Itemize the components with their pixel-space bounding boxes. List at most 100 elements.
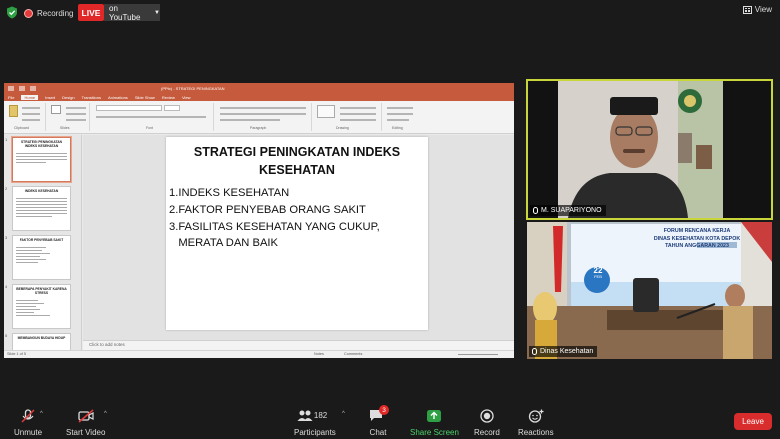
ppt-ribbon: Clipboard Slides Font Paragraph Drawing … <box>4 101 514 134</box>
view-button[interactable]: View <box>742 5 772 14</box>
thumbnail-title: INDEKS KESEHATAN <box>24 189 59 193</box>
share-screen-icon <box>427 410 442 422</box>
unmute-label: Unmute <box>14 428 43 437</box>
participants-chevron-icon[interactable]: ^ <box>342 411 345 417</box>
microphone-icon <box>532 348 537 355</box>
share-screen-label: Share Screen <box>410 428 459 437</box>
video-tile-room[interactable]: FORUM RENCANA KERJA DINAS KESEHATAN KOTA… <box>527 222 772 359</box>
start-video-button[interactable]: Start Video <box>66 409 105 437</box>
ribbon-tab-home[interactable]: Home <box>21 94 39 100</box>
ribbon-tab[interactable]: Slide Show <box>135 95 155 100</box>
unmute-button[interactable]: Unmute <box>14 409 42 437</box>
thumbnail-number: 5 <box>5 333 8 338</box>
recording-indicator[interactable]: Recording <box>24 5 73 21</box>
ppt-doc-title: (PPtx) - STRATEGI PENINGKATAN <box>161 85 225 91</box>
ribbon-group-clipboard: Clipboard <box>6 103 46 131</box>
comments-toggle[interactable]: Comments <box>344 352 362 356</box>
shared-screen[interactable]: (PPtx) - STRATEGI PENINGKATAN File Home … <box>4 83 514 358</box>
ribbon-tab[interactable]: Transitions <box>82 95 101 100</box>
reactions-button[interactable]: Reactions <box>518 409 554 437</box>
ribbon-group-font: Font <box>92 103 214 131</box>
people-icon <box>297 410 313 421</box>
shapes-icon[interactable] <box>317 105 335 118</box>
current-slide[interactable]: STRATEGI PENINGKATAN INDEKS KESEHATAN 1.… <box>166 137 428 330</box>
ribbon-group-label: Editing <box>392 126 403 130</box>
audio-options-chevron-icon[interactable]: ^ <box>40 411 43 417</box>
view-label: View <box>754 5 772 14</box>
slide-thumbnail-2[interactable]: INDEKS KESEHATAN <box>12 186 71 231</box>
video-tile-active-speaker[interactable]: M. SUAPARIYONO <box>526 79 773 220</box>
speaker-name: M. SUAPARIYONO <box>541 207 602 214</box>
notes-pane[interactable]: Click to add notes <box>83 340 514 350</box>
undo-icon[interactable] <box>19 85 25 91</box>
chevron-down-icon: ▼ <box>154 9 160 16</box>
chat-button[interactable]: 3 Chat <box>369 405 389 437</box>
speaker-video-feed <box>528 81 771 218</box>
banner-month: FEB <box>594 274 602 280</box>
ribbon-tab[interactable]: Animations <box>108 95 128 100</box>
chat-label: Chat <box>369 428 387 437</box>
video-options-chevron-icon[interactable]: ^ <box>104 411 107 417</box>
record-button[interactable]: Record <box>474 409 500 437</box>
ribbon-tab[interactable]: Design <box>62 95 74 100</box>
microphone-muted-icon <box>21 409 35 423</box>
slide-bullet: 1.INDEKS KESEHATAN <box>169 187 290 199</box>
ppt-body: 1 STRATEGI PENINGKATAN INDEKS KESEHATAN … <box>4 135 514 350</box>
slide-thumbnail-3[interactable]: FAKTOR PENYEBAB SAKIT <box>12 235 71 280</box>
thumbnail-number: 2 <box>5 186 8 191</box>
banner-line: FORUM RENCANA KERJA <box>663 228 731 234</box>
top-bar: Recording LIVE on YouTube ▼ View <box>0 0 780 26</box>
font-size-select[interactable] <box>164 105 180 111</box>
thumbnail-title: BEBERAPA PENYAKIT KARENA STRESS <box>16 287 67 295</box>
thumbnail-title: MEMBANGUN BUDAYA HIDUP <box>17 336 66 340</box>
recording-label: Recording <box>37 8 74 18</box>
paste-icon[interactable] <box>9 105 18 117</box>
chat-unread-badge: 3 <box>379 405 389 415</box>
slide-title: STRATEGI PENINGKATAN INDEKS KESEHATAN <box>193 145 401 178</box>
ribbon-group-slides: Slides <box>48 103 90 131</box>
youtube-label: on YouTube <box>109 3 141 22</box>
live-badge[interactable]: LIVE <box>78 4 104 21</box>
reactions-label: Reactions <box>518 428 554 437</box>
new-slide-icon[interactable] <box>51 105 61 114</box>
ppt-title-bar: (PPtx) - STRATEGI PENINGKATAN <box>4 83 514 93</box>
slide-thumbnail-panel[interactable]: 1 STRATEGI PENINGKATAN INDEKS KESEHATAN … <box>4 135 82 350</box>
thumbnail-title: STRATEGI PENINGKATAN INDEKS KESEHATAN <box>20 140 63 148</box>
leave-button[interactable]: Leave <box>734 413 772 430</box>
participants-button[interactable]: 182 Participants <box>294 409 336 437</box>
thumbnail-title: FAKTOR PENYEBAB SAKIT <box>19 238 64 242</box>
slide-editor[interactable]: STRATEGI PENINGKATAN INDEKS KESEHATAN 1.… <box>83 135 514 340</box>
slide-thumbnail-5[interactable]: MEMBANGUN BUDAYA HIDUP <box>12 333 71 350</box>
thumbnail-number: 3 <box>5 235 8 240</box>
font-name-select[interactable] <box>96 105 162 111</box>
zoom-slider[interactable] <box>458 354 498 355</box>
shield-icon[interactable] <box>6 6 18 19</box>
ribbon-tab[interactable]: Insert <box>45 95 55 100</box>
ribbon-group-editing: Editing <box>384 103 422 131</box>
thumbnail-number: 1 <box>5 137 8 142</box>
youtube-stream-button[interactable]: on YouTube ▼ <box>104 3 160 22</box>
banner-line: TAHUN ANGGARAN 2023 <box>665 243 729 250</box>
ribbon-group-paragraph: Paragraph <box>216 103 312 131</box>
ribbon-tab[interactable]: Review <box>162 95 175 100</box>
participants-count: 182 <box>313 411 328 420</box>
slide-bullet-list: 1.INDEKS KESEHATAN 2.FAKTOR PENYEBAB ORA… <box>169 185 425 252</box>
slide-thumbnail-1[interactable]: STRATEGI PENINGKATAN INDEKS KESEHATAN <box>12 137 71 182</box>
banner-line: DINAS KESEHATAN KOTA DEPOK <box>653 235 741 242</box>
notes-toggle[interactable]: Notes <box>314 352 324 356</box>
ribbon-tab[interactable]: View <box>182 95 191 100</box>
save-icon[interactable] <box>8 85 14 91</box>
slide-thumbnail-4[interactable]: BEBERAPA PENYAKIT KARENA STRESS <box>12 284 71 329</box>
grid-view-icon <box>742 5 752 14</box>
forum-banner-text: FORUM RENCANA KERJA DINAS KESEHATAN KOTA… <box>645 228 749 251</box>
ppt-status-bar: Slide 1 of 5 Notes Comments <box>4 350 514 358</box>
slide-bullet: 2.FAKTOR PENYEBAB ORANG SAKIT <box>169 203 366 216</box>
ribbon-group-label: Clipboard <box>14 126 29 130</box>
chat-icon-wrap: 3 <box>369 405 389 423</box>
redo-icon[interactable] <box>30 85 36 91</box>
notes-placeholder: Click to add notes <box>89 342 125 347</box>
ribbon-tab[interactable]: File <box>8 95 14 100</box>
share-screen-button[interactable]: Share Screen <box>410 409 459 437</box>
slide-counter: Slide 1 of 5 <box>7 352 26 356</box>
ribbon-group-label: Font <box>146 126 154 130</box>
